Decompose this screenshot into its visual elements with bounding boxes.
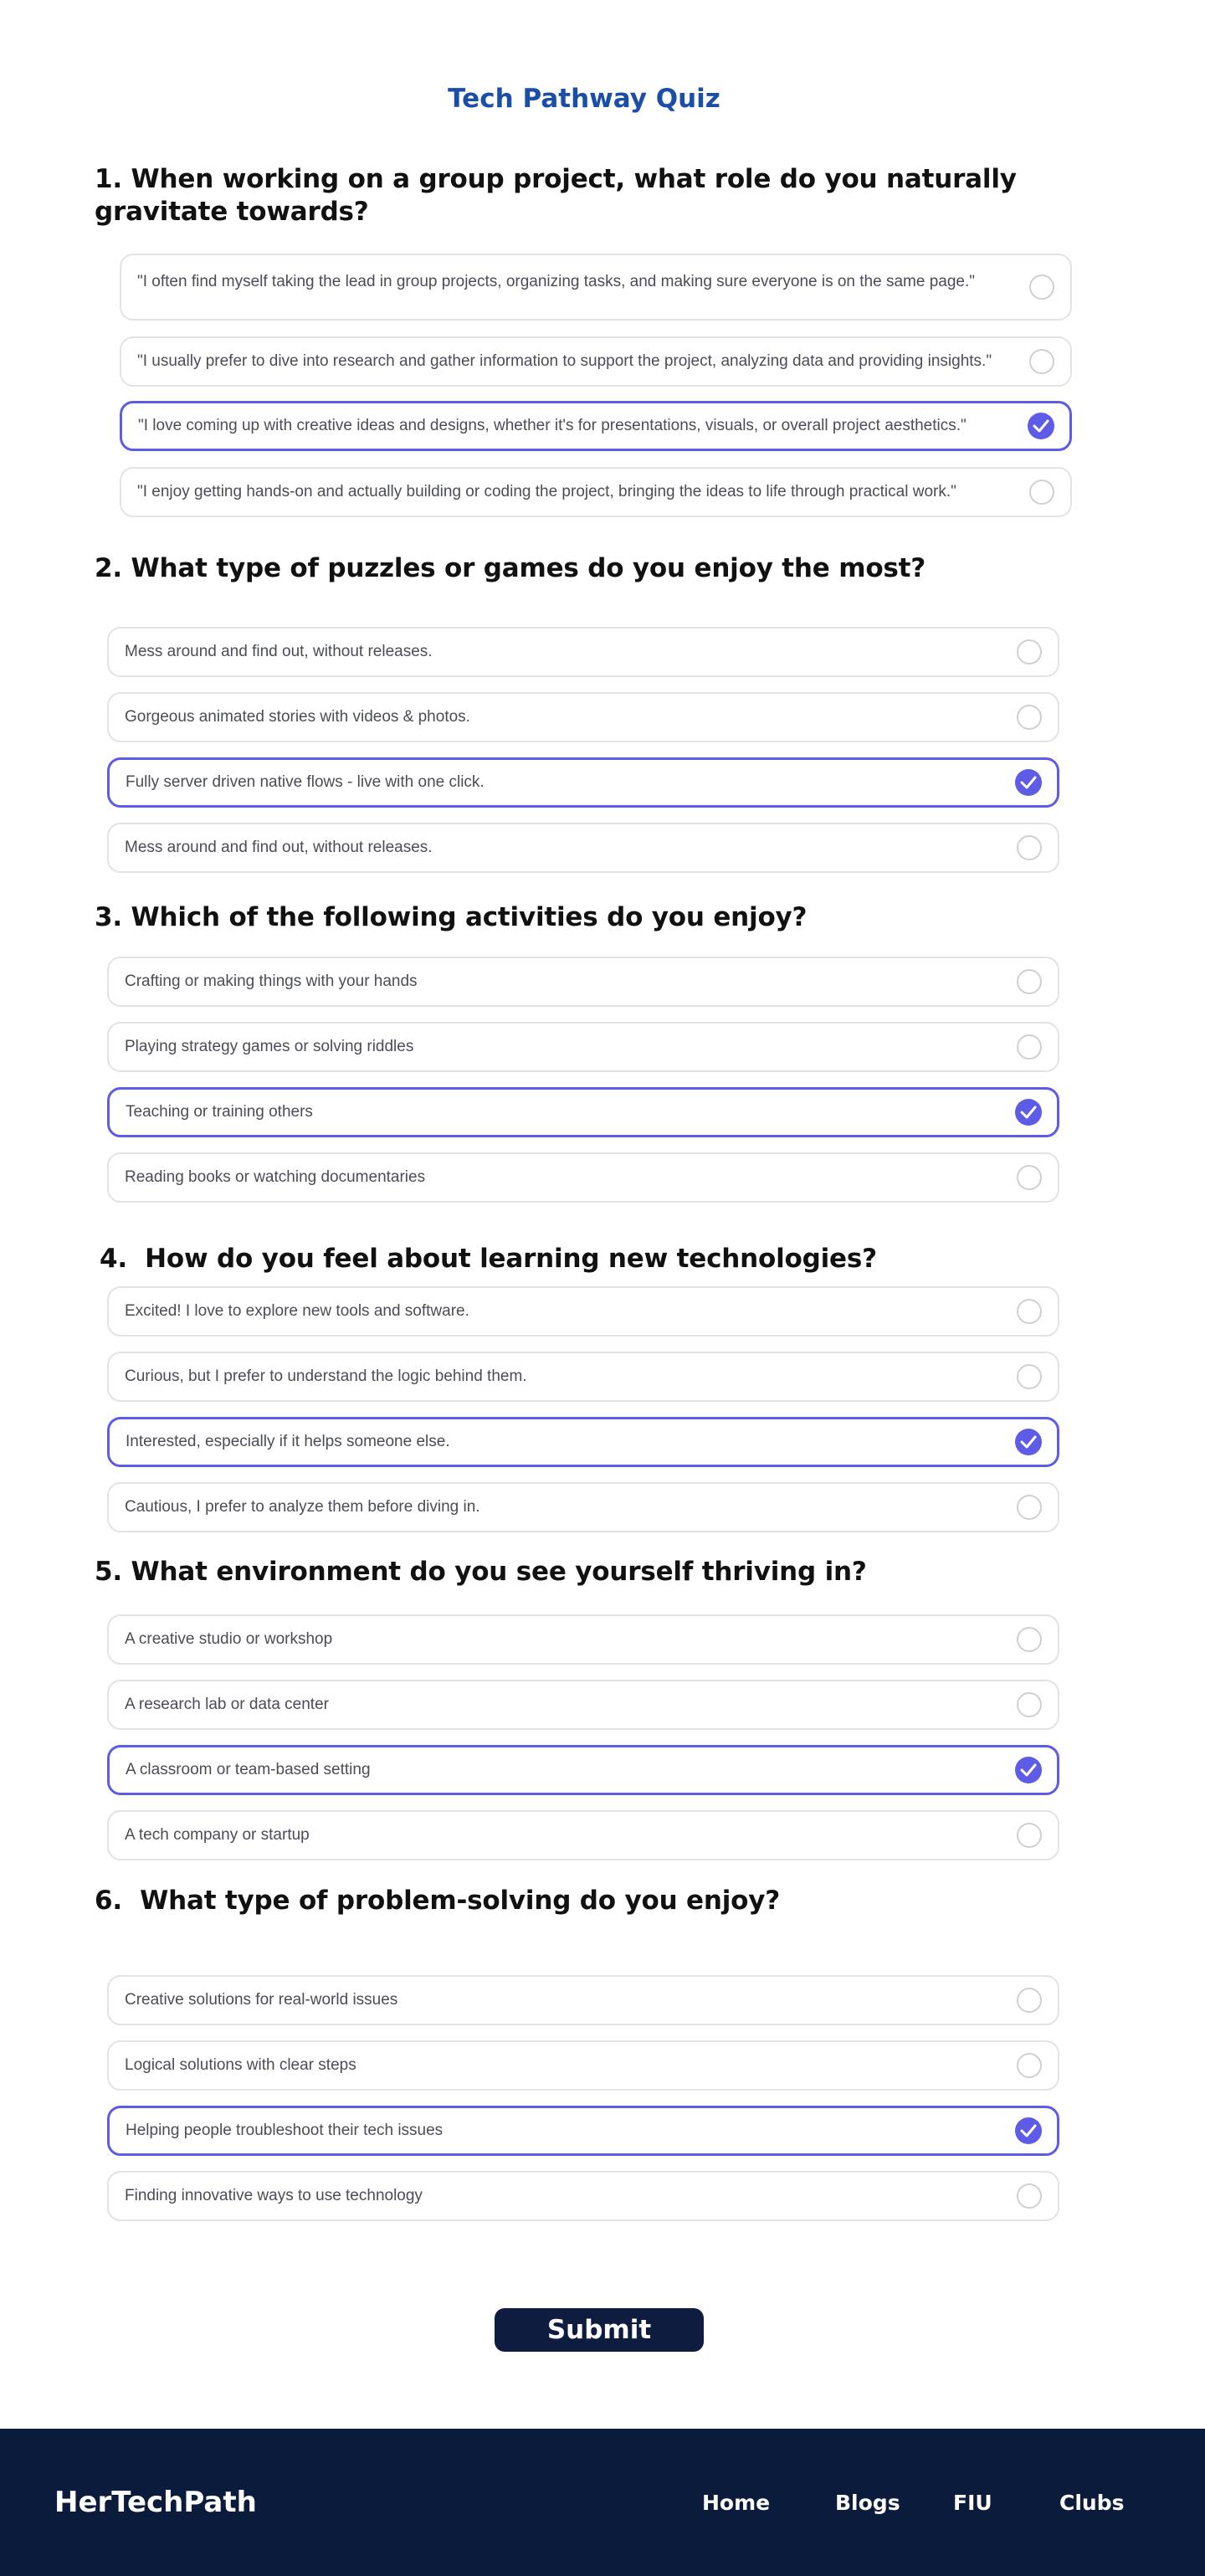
question-1-title-line-1: 1. When working on a group project, what… <box>95 164 1017 194</box>
radio-unchecked-icon[interactable] <box>1017 1692 1042 1717</box>
option-label: Gorgeous animated stories with videos & … <box>125 708 470 726</box>
question-5-option-1[interactable]: A creative studio or workshop <box>107 1614 1059 1665</box>
question-5-option-3[interactable]: A classroom or team-based setting <box>107 1745 1059 1795</box>
question-4-title: 4. How do you feel about learning new te… <box>100 1244 877 1274</box>
question-1-option-1[interactable]: "I often find myself taking the lead in … <box>120 254 1072 321</box>
radio-checked-icon[interactable] <box>1015 2117 1042 2144</box>
question-2-option-3[interactable]: Fully server driven native flows - live … <box>107 757 1059 808</box>
question-3-title: 3. Which of the following activities do … <box>95 902 808 932</box>
option-label: Curious, but I prefer to understand the … <box>125 1368 527 1385</box>
radio-unchecked-icon[interactable] <box>1029 349 1054 374</box>
question-3-option-4[interactable]: Reading books or watching documentaries <box>107 1152 1059 1203</box>
submit-button[interactable]: Submit <box>495 2308 704 2352</box>
question-3-option-3[interactable]: Teaching or training others <box>107 1087 1059 1137</box>
question-2-option-4[interactable]: Mess around and find out, without releas… <box>107 823 1059 873</box>
radio-checked-icon[interactable] <box>1015 769 1042 796</box>
option-label: Playing strategy games or solving riddle… <box>125 1038 414 1055</box>
radio-unchecked-icon[interactable] <box>1017 1034 1042 1060</box>
option-label: Mess around and find out, without releas… <box>125 643 433 660</box>
option-label: Teaching or training others <box>126 1103 313 1121</box>
option-label: A classroom or team-based setting <box>126 1761 371 1778</box>
question-4-option-2[interactable]: Curious, but I prefer to understand the … <box>107 1352 1059 1402</box>
question-6-title: 6. What type of problem-solving do you e… <box>95 1886 781 1916</box>
question-6-option-4[interactable]: Finding innovative ways to use technolog… <box>107 2171 1059 2221</box>
option-label: A creative studio or workshop <box>125 1630 333 1648</box>
option-label: Finding innovative ways to use technolog… <box>125 2187 423 2204</box>
radio-unchecked-icon[interactable] <box>1017 1988 1042 2013</box>
question-1-option-3[interactable]: "I love coming up with creative ideas an… <box>120 401 1072 451</box>
option-label: "I often find myself taking the lead in … <box>137 273 975 290</box>
radio-checked-icon[interactable] <box>1015 1757 1042 1783</box>
option-label: Helping people troubleshoot their tech i… <box>126 2122 444 2139</box>
radio-unchecked-icon[interactable] <box>1017 1627 1042 1652</box>
option-label: Logical solutions with clear steps <box>125 2056 356 2074</box>
question-6-option-3[interactable]: Helping people troubleshoot their tech i… <box>107 2106 1059 2156</box>
radio-unchecked-icon[interactable] <box>1017 835 1042 860</box>
question-4-option-1[interactable]: Excited! I love to explore new tools and… <box>107 1286 1059 1337</box>
option-label: Cautious, I prefer to analyze them befor… <box>125 1498 480 1516</box>
page-title: Tech Pathway Quiz <box>448 84 720 114</box>
question-1-title: 1. When working on a group project, what… <box>95 163 1099 228</box>
radio-unchecked-icon[interactable] <box>1017 1299 1042 1324</box>
radio-unchecked-icon[interactable] <box>1029 275 1054 300</box>
site-footer: HerTechPath Home Blogs FIU Clubs <box>0 2429 1205 2576</box>
nav-link-clubs[interactable]: Clubs <box>1059 2429 1125 2576</box>
radio-checked-icon[interactable] <box>1015 1099 1042 1126</box>
option-label: "I usually prefer to dive into research … <box>137 352 992 370</box>
question-6-option-2[interactable]: Logical solutions with clear steps <box>107 2040 1059 2091</box>
option-label: Interested, especially if it helps someo… <box>126 1433 450 1450</box>
radio-unchecked-icon[interactable] <box>1029 480 1054 505</box>
question-3-option-2[interactable]: Playing strategy games or solving riddle… <box>107 1022 1059 1072</box>
nav-link-fiu[interactable]: FIU <box>953 2429 992 2576</box>
question-5-title: 5. What environment do you see yourself … <box>95 1557 867 1587</box>
option-label: Fully server driven native flows - live … <box>126 773 485 791</box>
option-label: Mess around and find out, without releas… <box>125 839 433 856</box>
question-2-option-1[interactable]: Mess around and find out, without releas… <box>107 627 1059 677</box>
question-1-option-2[interactable]: "I usually prefer to dive into research … <box>120 336 1072 387</box>
option-label: Crafting or making things with your hand… <box>125 972 418 990</box>
question-3-option-1[interactable]: Crafting or making things with your hand… <box>107 957 1059 1007</box>
radio-unchecked-icon[interactable] <box>1017 1495 1042 1520</box>
question-5-option-4[interactable]: A tech company or startup <box>107 1810 1059 1860</box>
radio-unchecked-icon[interactable] <box>1017 2183 1042 2209</box>
question-5-option-2[interactable]: A research lab or data center <box>107 1680 1059 1730</box>
nav-link-blogs[interactable]: Blogs <box>835 2429 900 2576</box>
question-2-option-2[interactable]: Gorgeous animated stories with videos & … <box>107 692 1059 742</box>
nav-link-home[interactable]: Home <box>702 2429 770 2576</box>
question-4-option-3[interactable]: Interested, especially if it helps someo… <box>107 1417 1059 1467</box>
option-label: Creative solutions for real-world issues <box>125 1991 398 2009</box>
radio-checked-icon[interactable] <box>1028 413 1054 439</box>
option-label: "I love coming up with creative ideas an… <box>138 417 967 434</box>
question-2-title: 2. What type of puzzles or games do you … <box>95 553 926 583</box>
question-1-option-4[interactable]: "I enjoy getting hands-on and actually b… <box>120 467 1072 517</box>
radio-unchecked-icon[interactable] <box>1017 1823 1042 1848</box>
question-1-title-line-2: gravitate towards? <box>95 197 369 227</box>
option-label: Excited! I love to explore new tools and… <box>125 1302 469 1320</box>
radio-checked-icon[interactable] <box>1015 1429 1042 1455</box>
option-label: "I enjoy getting hands-on and actually b… <box>137 483 956 500</box>
question-4-option-4[interactable]: Cautious, I prefer to analyze them befor… <box>107 1482 1059 1532</box>
radio-unchecked-icon[interactable] <box>1017 1165 1042 1190</box>
radio-unchecked-icon[interactable] <box>1017 969 1042 994</box>
option-label: A research lab or data center <box>125 1696 329 1713</box>
radio-unchecked-icon[interactable] <box>1017 1364 1042 1389</box>
radio-unchecked-icon[interactable] <box>1017 2053 1042 2078</box>
question-6-option-1[interactable]: Creative solutions for real-world issues <box>107 1975 1059 2025</box>
radio-unchecked-icon[interactable] <box>1017 705 1042 730</box>
option-label: A tech company or startup <box>125 1826 310 1844</box>
brand-logo[interactable]: HerTechPath <box>54 2429 257 2576</box>
option-label: Reading books or watching documentaries <box>125 1168 426 1186</box>
radio-unchecked-icon[interactable] <box>1017 639 1042 665</box>
